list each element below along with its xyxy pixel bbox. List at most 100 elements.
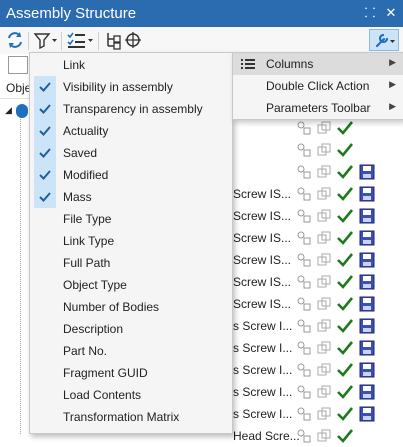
filter-icon[interactable]: [33, 30, 59, 51]
column-option-label: Transformation Matrix: [63, 410, 180, 424]
save-disk-icon: [359, 318, 375, 334]
checkmark-icon: [34, 142, 56, 164]
transparency-icon[interactable]: [316, 274, 332, 290]
column-option[interactable]: Link Type: [30, 230, 232, 252]
transparency-icon[interactable]: [316, 230, 332, 246]
column-option[interactable]: Fragment GUID: [30, 362, 232, 384]
column-option-label: Load Contents: [63, 388, 142, 402]
visibility-icon[interactable]: [296, 406, 312, 422]
visibility-icon[interactable]: [296, 340, 312, 356]
transparency-icon[interactable]: [316, 208, 332, 224]
visibility-icon[interactable]: [296, 252, 312, 268]
pin-button[interactable]: ⸬: [362, 4, 378, 22]
column-option-label: Visibility in assembly: [63, 80, 173, 94]
column-option-label: Number of Bodies: [63, 300, 160, 314]
window-title: Assembly Structure: [6, 5, 137, 22]
column-option[interactable]: Full Path: [30, 252, 232, 274]
column-option[interactable]: Visibility in assembly: [30, 76, 232, 98]
save-disk-icon: [359, 340, 375, 356]
column-option[interactable]: Modified: [30, 164, 232, 186]
column-option[interactable]: File Type: [30, 208, 232, 230]
tree-row-label: Head Scre...: [233, 429, 300, 443]
settings-menu-item[interactable]: Columns ▶: [233, 53, 403, 75]
transparency-icon[interactable]: [316, 186, 332, 202]
search-input[interactable]: [8, 56, 28, 74]
column-option-label: File Type: [63, 212, 112, 226]
wrench-icon: [374, 32, 396, 52]
settings-menu-item[interactable]: Parameters Toolbar ▶: [233, 97, 403, 119]
column-option[interactable]: Description: [30, 318, 232, 340]
transparency-icon[interactable]: [316, 318, 332, 334]
settings-menu-item[interactable]: Double Click Action ▶: [233, 75, 403, 97]
expand-arrow-icon[interactable]: ◢: [5, 105, 12, 116]
column-option[interactable]: Mass: [30, 186, 232, 208]
tree-structure-icon[interactable]: [104, 30, 122, 51]
transparency-icon[interactable]: [316, 340, 332, 356]
actuality-check-icon: [337, 230, 354, 246]
column-option-label: Description: [63, 322, 124, 336]
checklist-icon[interactable]: [66, 30, 94, 51]
column-option[interactable]: Saved: [30, 142, 232, 164]
column-option[interactable]: Transparency in assembly: [30, 98, 232, 120]
actuality-check-icon: [337, 340, 354, 356]
visibility-icon[interactable]: [296, 230, 312, 246]
close-button[interactable]: ✕: [383, 4, 399, 22]
visibility-icon[interactable]: [296, 362, 312, 378]
save-disk-icon: [359, 296, 375, 312]
actuality-check-icon: [337, 428, 354, 444]
tree-row-label: s Screw I...: [233, 363, 293, 377]
transparency-icon[interactable]: [316, 252, 332, 268]
column-option[interactable]: Link: [30, 54, 232, 76]
visibility-icon[interactable]: [296, 296, 312, 312]
visibility-icon[interactable]: [296, 186, 312, 202]
transparency-icon[interactable]: [316, 428, 332, 444]
tree-row-label: s Screw I...: [233, 385, 293, 399]
checkmark-icon: [34, 76, 56, 98]
column-option[interactable]: Transformation Matrix: [30, 406, 232, 428]
save-disk-icon: [359, 362, 375, 378]
toolbar-separator: [98, 32, 99, 50]
refresh-icon[interactable]: [6, 30, 24, 51]
column-option[interactable]: Load Contents: [30, 384, 232, 406]
visibility-icon[interactable]: [296, 142, 312, 158]
visibility-icon[interactable]: [296, 208, 312, 224]
transparency-icon[interactable]: [316, 384, 332, 400]
actuality-check-icon: [337, 274, 354, 290]
tree-row-label: s Screw I...: [233, 407, 293, 421]
column-option-label: Object Type: [63, 278, 127, 292]
visibility-icon[interactable]: [296, 120, 312, 136]
column-option-label: Mass: [63, 190, 92, 204]
transparency-icon[interactable]: [316, 164, 332, 180]
save-disk-icon: [359, 384, 375, 400]
objects-column-header[interactable]: Obje: [6, 81, 31, 95]
submenu-arrow-icon: ▶: [389, 101, 396, 111]
target-icon[interactable]: [124, 30, 142, 51]
columns-list-icon: [241, 58, 255, 73]
column-option[interactable]: Part No.: [30, 340, 232, 362]
visibility-icon[interactable]: [296, 428, 312, 444]
save-disk-icon: [359, 230, 375, 246]
column-option[interactable]: Object Type: [30, 274, 232, 296]
settings-menu-label: Double Click Action: [266, 79, 370, 93]
transparency-icon[interactable]: [316, 362, 332, 378]
visibility-icon[interactable]: [296, 318, 312, 334]
transparency-icon[interactable]: [316, 296, 332, 312]
column-option-label: Transparency in assembly: [63, 102, 203, 116]
submenu-arrow-icon: ▶: [389, 57, 396, 67]
transparency-icon[interactable]: [316, 120, 332, 136]
actuality-check-icon: [337, 318, 354, 334]
visibility-icon[interactable]: [296, 274, 312, 290]
column-option[interactable]: Actuality: [30, 120, 232, 142]
transparency-icon[interactable]: [316, 142, 332, 158]
column-option[interactable]: Number of Bodies: [30, 296, 232, 318]
settings-menu-label: Columns: [266, 57, 314, 71]
visibility-icon[interactable]: [296, 384, 312, 400]
settings-button[interactable]: [369, 29, 399, 51]
actuality-check-icon: [337, 120, 354, 136]
actuality-check-icon: [337, 208, 354, 224]
checkmark-icon: [34, 186, 56, 208]
visibility-icon[interactable]: [296, 164, 312, 180]
checkmark-icon: [34, 120, 56, 142]
tree-row-label: Screw IS...: [233, 187, 292, 201]
transparency-icon[interactable]: [316, 406, 332, 422]
